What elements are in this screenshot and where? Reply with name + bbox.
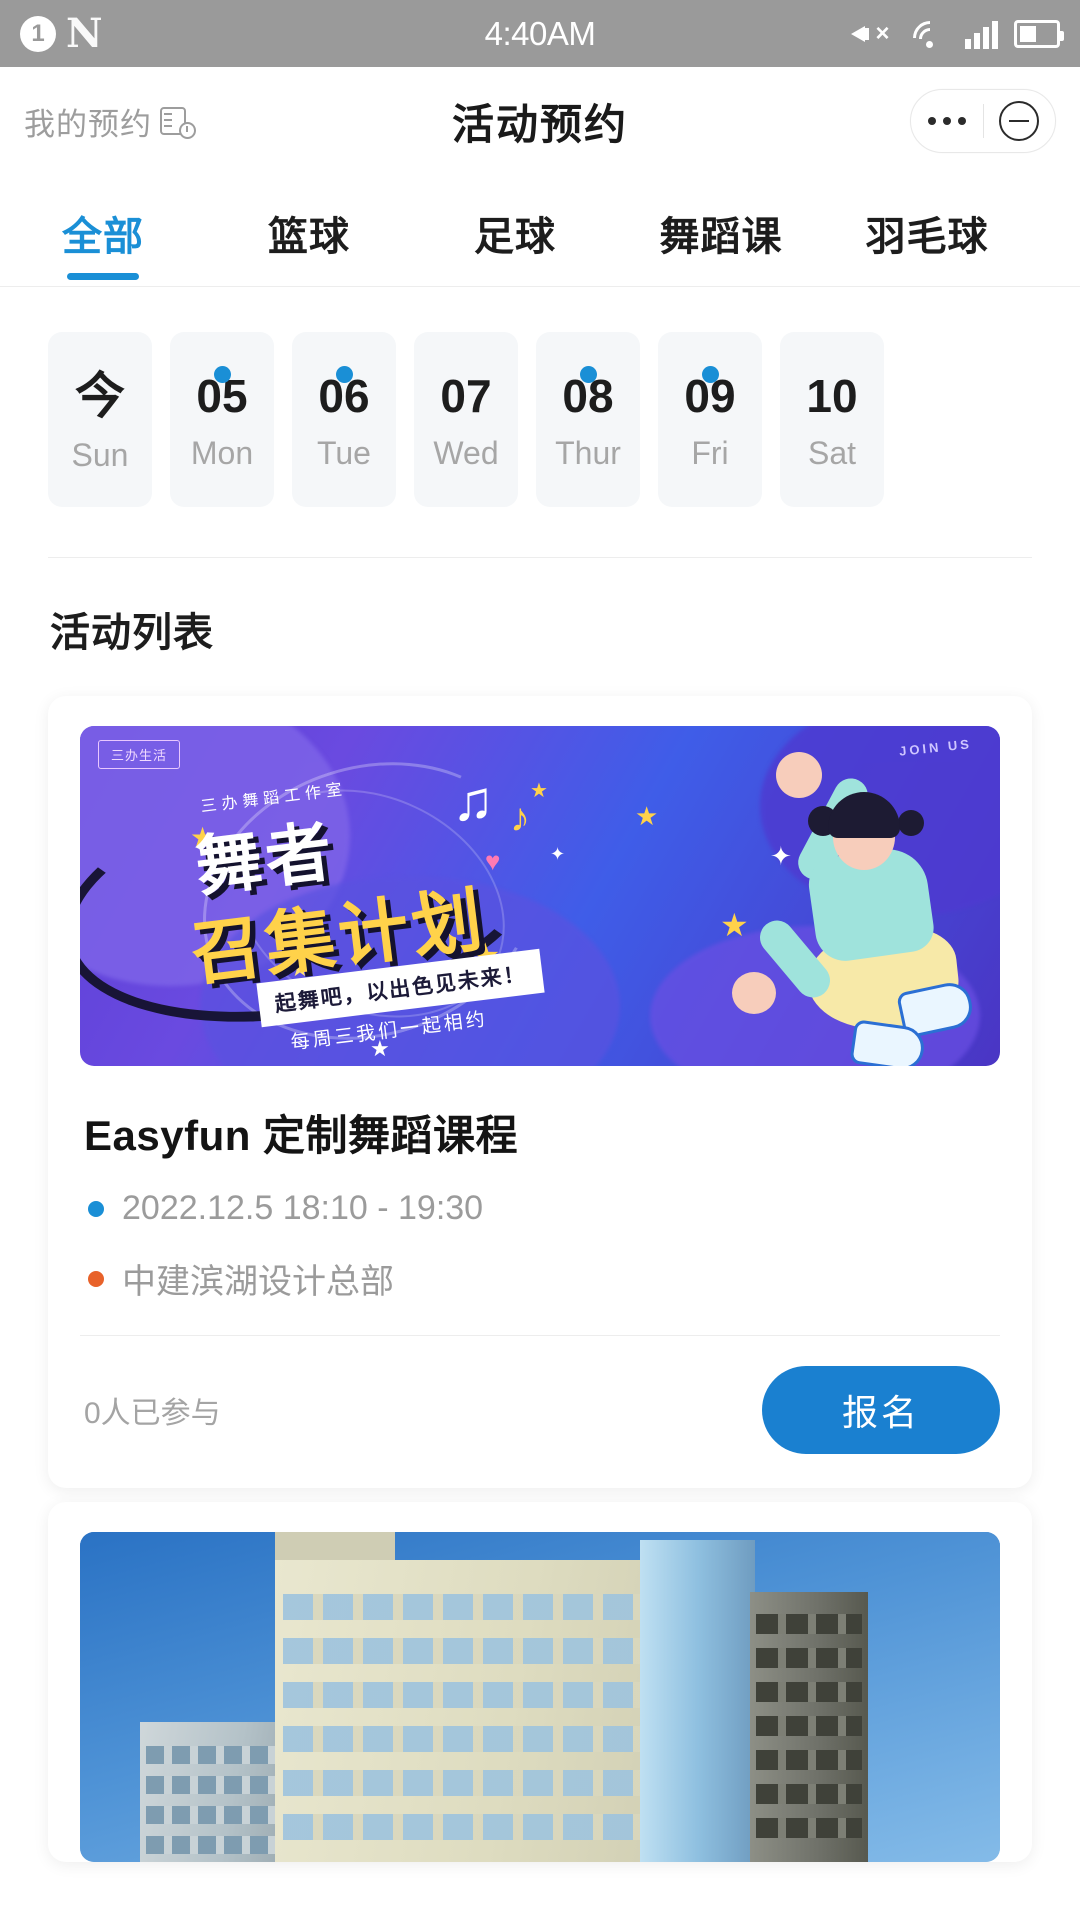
event-title: Easyfun 定制舞蹈课程 bbox=[84, 1112, 519, 1159]
location-bullet-icon bbox=[88, 1270, 104, 1287]
event-time: 2022.12.5 18:10 - 19:30 bbox=[122, 1189, 484, 1227]
dancer-illustration bbox=[690, 734, 990, 1066]
tab-all[interactable]: 全部 bbox=[0, 204, 206, 280]
date-selector[interactable]: 今 Sun 05 Mon 06 Tue 07 Wed 08 Thur 09 Fr… bbox=[0, 287, 1080, 547]
event-banner-photo bbox=[80, 1532, 1000, 1862]
event-card-body bbox=[48, 1502, 1032, 1862]
date-card-10[interactable]: 10 Sat bbox=[780, 332, 884, 507]
date-weekday: Sun bbox=[71, 437, 129, 473]
date-weekday: Sat bbox=[807, 435, 857, 471]
banner-tag: 三办生活 bbox=[98, 740, 181, 769]
miniprogram-capsule[interactable] bbox=[910, 89, 1056, 153]
date-card-08[interactable]: 08 Thur bbox=[536, 332, 640, 507]
event-card[interactable] bbox=[48, 1502, 1032, 1862]
app-header: 我的预约 活动预约 bbox=[0, 67, 1080, 175]
date-card-today[interactable]: 今 Sun bbox=[48, 332, 152, 507]
date-number: 10 bbox=[806, 370, 858, 422]
tab-basketball[interactable]: 篮球 bbox=[206, 204, 412, 280]
status-bar: 1 N 4:40AM × bbox=[0, 0, 1080, 67]
category-tab-bar[interactable]: 全部 篮球 足球 舞蹈课 羽毛球 bbox=[0, 175, 1080, 287]
date-has-events-dot bbox=[579, 366, 597, 383]
minimize-circle-icon[interactable] bbox=[984, 101, 1056, 141]
date-number: 今 bbox=[75, 368, 125, 424]
date-weekday: Wed bbox=[433, 435, 499, 471]
date-weekday: Mon bbox=[190, 435, 254, 471]
time-bullet-icon bbox=[88, 1200, 104, 1217]
date-number: 07 bbox=[440, 370, 492, 422]
participants-count: 0人已参与 bbox=[84, 1397, 221, 1430]
tab-label: 羽毛球 bbox=[865, 215, 989, 259]
section-title: 活动列表 bbox=[50, 611, 214, 655]
event-location-row: 中建滨湖设计总部 bbox=[80, 1228, 1000, 1303]
date-card-09[interactable]: 09 Fri bbox=[658, 332, 762, 507]
date-card-07[interactable]: 07 Wed bbox=[414, 332, 518, 507]
event-card-body: ★★ ★★ ★★ ★ ✦✦ ♫♪ ♥ 三办生活 JOIN US 三办舞蹈工作室 … bbox=[48, 696, 1032, 1336]
date-card-05[interactable]: 05 Mon bbox=[170, 332, 274, 507]
tab-dance-class[interactable]: 舞蹈课 bbox=[618, 204, 824, 280]
event-location: 中建滨湖设计总部 bbox=[122, 1263, 394, 1301]
building-main bbox=[275, 1560, 695, 1862]
tab-label: 舞蹈课 bbox=[659, 215, 783, 259]
date-has-events-dot bbox=[701, 366, 719, 383]
building-left bbox=[140, 1722, 290, 1862]
date-weekday: Thur bbox=[555, 435, 621, 471]
wifi-icon bbox=[905, 13, 955, 62]
event-time-row: 2022.12.5 18:10 - 19:30 bbox=[80, 1163, 1000, 1228]
signup-button[interactable]: 报名 bbox=[762, 1366, 1000, 1454]
tab-active-indicator bbox=[67, 273, 139, 280]
date-weekday: Tue bbox=[317, 435, 371, 471]
event-card-footer: 0人已参与 报名 bbox=[48, 1336, 1032, 1488]
calendar-clock-icon bbox=[160, 104, 196, 139]
my-bookings-button[interactable]: 我的预约 bbox=[24, 99, 196, 144]
date-has-events-dot bbox=[213, 366, 231, 383]
tab-label: 篮球 bbox=[268, 215, 350, 259]
date-weekday: Fri bbox=[691, 435, 729, 471]
my-bookings-label: 我的预约 bbox=[24, 106, 152, 142]
event-banner-image: ★★ ★★ ★★ ★ ✦✦ ♫♪ ♥ 三办生活 JOIN US 三办舞蹈工作室 … bbox=[80, 726, 1000, 1066]
mute-icon: × bbox=[851, 19, 895, 49]
date-card-06[interactable]: 06 Tue bbox=[292, 332, 396, 507]
tab-label: 全部 bbox=[62, 215, 144, 259]
more-dots-icon[interactable] bbox=[911, 117, 983, 125]
date-has-events-dot bbox=[335, 366, 353, 383]
tab-label: 足球 bbox=[474, 215, 556, 259]
battery-icon bbox=[1014, 19, 1064, 48]
building-glass bbox=[640, 1540, 755, 1862]
event-card[interactable]: ★★ ★★ ★★ ★ ✦✦ ♫♪ ♥ 三办生活 JOIN US 三办舞蹈工作室 … bbox=[48, 696, 1032, 1488]
tab-badminton[interactable]: 羽毛球 bbox=[824, 204, 1030, 280]
building-right bbox=[750, 1592, 868, 1862]
tab-football[interactable]: 足球 bbox=[412, 204, 618, 280]
